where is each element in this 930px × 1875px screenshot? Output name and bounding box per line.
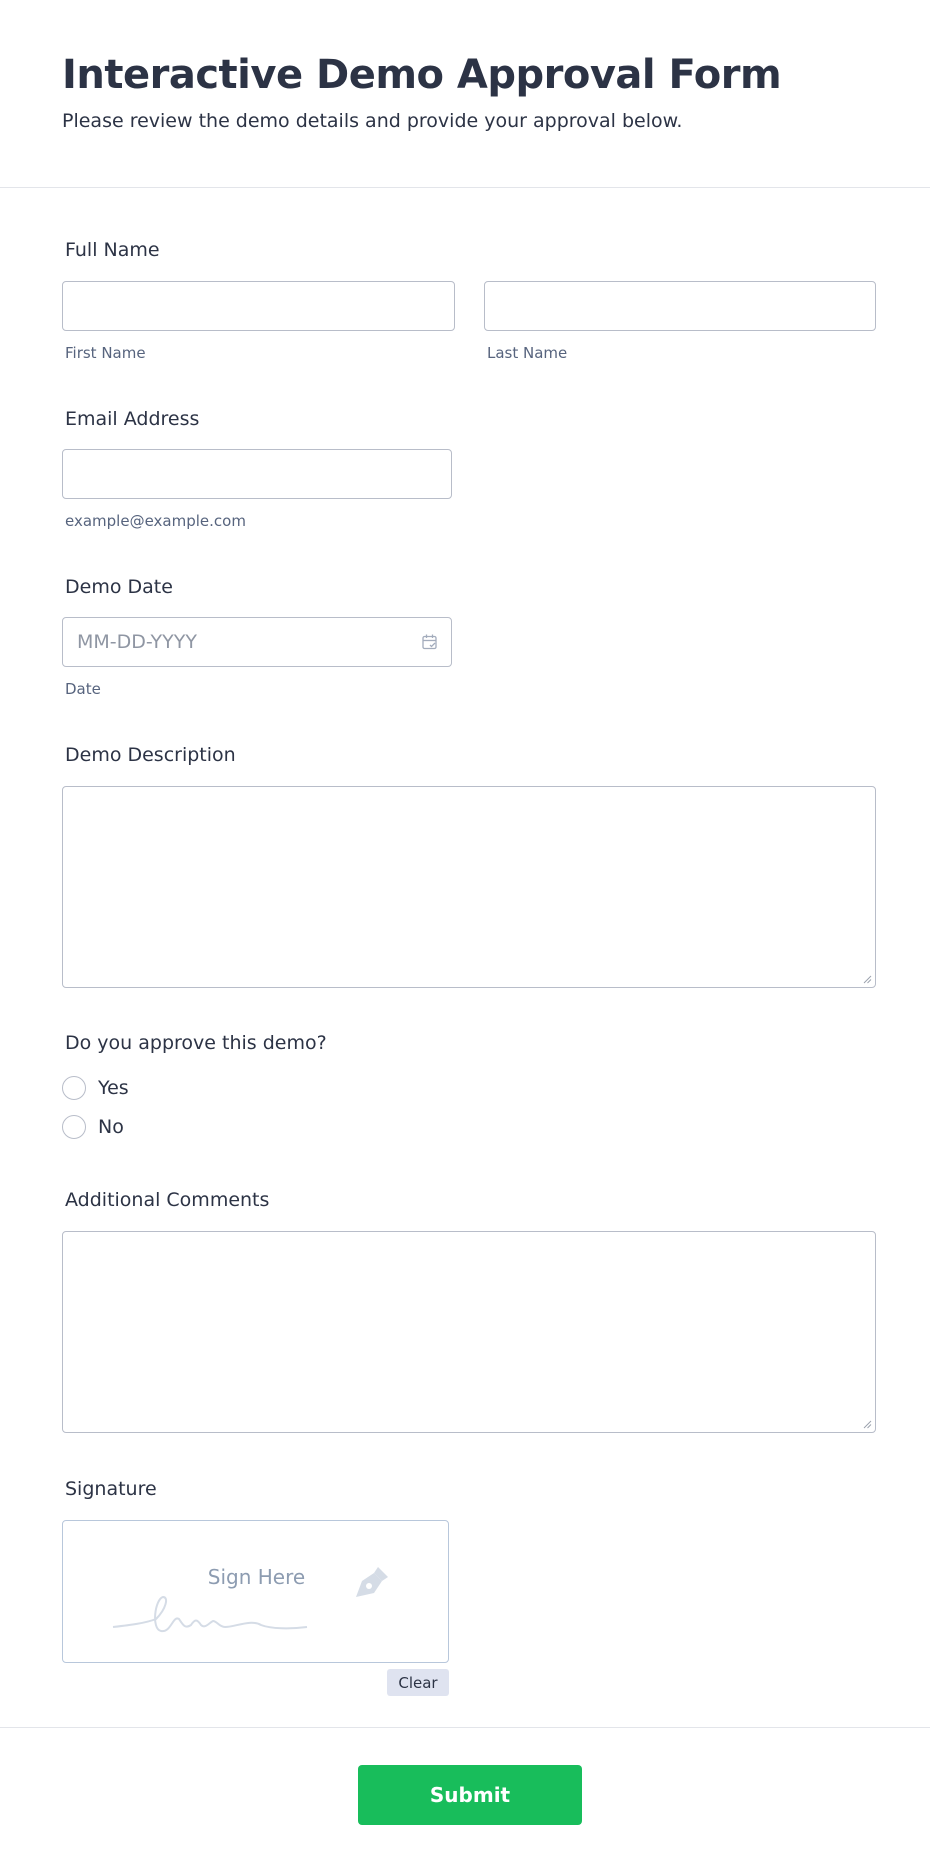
form-header: Interactive Demo Approval Form Please re…: [0, 0, 930, 188]
radio-button-no[interactable]: [62, 1115, 86, 1139]
email-sublabel: example@example.com: [65, 512, 246, 530]
comments-label: Additional Comments: [65, 1189, 270, 1211]
pen-nib-icon: [356, 1567, 388, 1597]
footer-divider: [0, 1727, 930, 1728]
full-name-label: Full Name: [65, 239, 160, 261]
demo-description-label: Demo Description: [65, 744, 236, 766]
radio-label-yes: Yes: [98, 1077, 129, 1099]
demo-date-sublabel: Date: [65, 680, 101, 698]
radio-label-no: No: [98, 1116, 124, 1138]
email-field[interactable]: [62, 449, 452, 499]
last-name-field[interactable]: [484, 281, 876, 331]
radio-button-yes[interactable]: [62, 1076, 86, 1100]
radio-option-yes[interactable]: Yes: [62, 1075, 129, 1101]
last-name-input[interactable]: [485, 282, 875, 330]
email-label: Email Address: [65, 408, 200, 430]
submit-button[interactable]: Submit: [358, 1765, 582, 1825]
first-name-input[interactable]: [63, 282, 454, 330]
calendar-icon[interactable]: [421, 633, 439, 651]
form-subtitle: Please review the demo details and provi…: [62, 110, 683, 132]
clear-signature-button[interactable]: Clear: [387, 1669, 449, 1696]
resize-handle-icon[interactable]: [862, 1419, 872, 1429]
first-name-field[interactable]: [62, 281, 455, 331]
last-name-sublabel: Last Name: [487, 344, 568, 362]
demo-date-field[interactable]: [62, 617, 452, 667]
resize-handle-icon[interactable]: [862, 974, 872, 984]
email-input[interactable]: [63, 450, 451, 498]
radio-option-no[interactable]: No: [62, 1114, 124, 1140]
form-title: Interactive Demo Approval Form: [62, 52, 782, 98]
signature-pad[interactable]: Sign Here: [62, 1520, 449, 1663]
signature-label: Signature: [65, 1478, 157, 1500]
demo-description-textarea[interactable]: [62, 786, 876, 988]
demo-date-input[interactable]: [63, 618, 451, 666]
demo-date-label: Demo Date: [65, 576, 173, 598]
approval-label: Do you approve this demo?: [65, 1032, 327, 1054]
signature-scribble-icon: [112, 1595, 308, 1633]
comments-textarea[interactable]: [62, 1231, 876, 1433]
first-name-sublabel: First Name: [65, 344, 146, 362]
